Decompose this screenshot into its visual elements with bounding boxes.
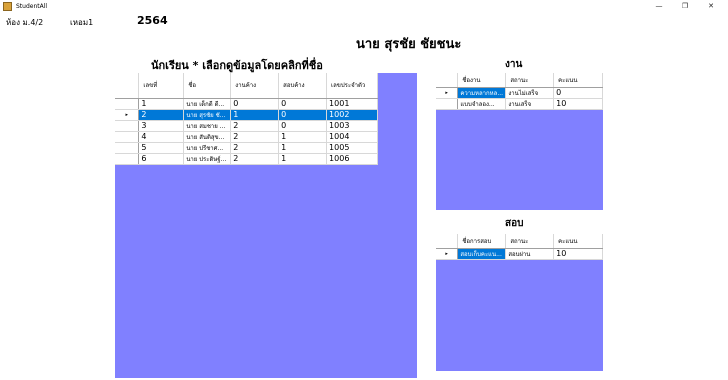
work-status-cell[interactable]: งานไม่เสร็จ xyxy=(505,87,555,99)
work-row[interactable]: แบบจำลอง... งานเสร็จ 10 xyxy=(436,98,603,110)
work-name-cell[interactable]: แบบจำลอง... xyxy=(457,98,507,110)
exam-status-cell[interactable]: สอบผ่าน xyxy=(505,248,555,260)
pending-work-cell[interactable]: 2 xyxy=(230,142,280,154)
student-number-cell[interactable]: 2 xyxy=(138,109,185,121)
row-header[interactable] xyxy=(436,98,459,110)
room-label: ห้อง ม.4/2 xyxy=(6,18,44,27)
exam-score-cell[interactable]: 10 xyxy=(553,248,603,260)
group-label: เหอม1 xyxy=(70,18,94,27)
column-header-pending-work[interactable]: งานค้าง xyxy=(230,73,280,99)
work-status-cell[interactable]: งานเสร็จ xyxy=(505,98,555,110)
student-all-window: StudentAll — ❐ ✕ ห้อง ม.4/2 เหอม1 2564 น… xyxy=(0,0,728,380)
column-header-score[interactable]: คะแนน xyxy=(553,234,603,249)
student-number-cell[interactable]: 6 xyxy=(138,153,185,165)
student-row-selected[interactable]: ▸ 2 นาย สุรชัย ชั... 1 0 1002 xyxy=(115,109,378,121)
student-number-cell[interactable]: 1 xyxy=(138,98,185,110)
row-header[interactable] xyxy=(115,131,140,143)
pending-exam-cell[interactable]: 1 xyxy=(278,153,328,165)
maximize-button[interactable]: ❐ xyxy=(672,0,698,13)
exam-grid[interactable]: ชื่อการสอบ สถานะ คะแนน ▸ สอบเก็บคะแน... … xyxy=(436,234,603,371)
pending-work-cell[interactable]: 2 xyxy=(230,120,280,132)
student-id-cell[interactable]: 1003 xyxy=(326,120,378,132)
student-row[interactable]: 4 นาย สันติสุข... 2 1 1004 xyxy=(115,131,378,143)
student-name-cell[interactable]: นาย สุรชัย ชั... xyxy=(183,109,232,121)
row-header-corner xyxy=(115,73,140,99)
student-name-cell[interactable]: นาย เด็กดี ดี... xyxy=(183,98,232,110)
title-bar: StudentAll — ❐ ✕ xyxy=(0,0,728,13)
student-id-cell[interactable]: 1004 xyxy=(326,131,378,143)
student-row[interactable]: 6 นาย ประดิษฐ์... 2 1 1006 xyxy=(115,153,378,165)
student-number-cell[interactable]: 3 xyxy=(138,120,185,132)
row-header-corner xyxy=(436,234,459,249)
row-pointer-icon: ▸ xyxy=(445,89,448,96)
pending-work-cell[interactable]: 2 xyxy=(230,153,280,165)
column-header-status[interactable]: สถานะ xyxy=(505,234,555,249)
row-header[interactable] xyxy=(115,98,140,110)
row-header-corner xyxy=(436,73,459,88)
work-header-row: ชื่องาน สถานะ คะแนน xyxy=(436,73,603,88)
exam-name-cell[interactable]: สอบเก็บคะแน... xyxy=(457,248,507,260)
exam-row[interactable]: ▸ สอบเก็บคะแน... สอบผ่าน 10 xyxy=(436,248,603,260)
column-header-work-name[interactable]: ชื่องาน xyxy=(457,73,507,88)
student-id-cell[interactable]: 1006 xyxy=(326,153,378,165)
student-id-cell[interactable]: 1005 xyxy=(326,142,378,154)
pending-exam-cell[interactable]: 0 xyxy=(278,98,328,110)
row-header[interactable] xyxy=(115,142,140,154)
pending-exam-cell[interactable]: 0 xyxy=(278,120,328,132)
pending-exam-cell[interactable]: 0 xyxy=(278,109,328,121)
student-row[interactable]: 5 นาย ปรีชาศ... 2 1 1005 xyxy=(115,142,378,154)
students-heading: นักเรียน * เลือกดูข้อมูลโดยคลิกที่ชื่อ xyxy=(151,59,323,72)
app-icon xyxy=(3,2,12,11)
student-row[interactable]: 1 นาย เด็กดี ดี... 0 0 1001 xyxy=(115,98,378,110)
exam-heading: สอบ xyxy=(505,218,524,229)
work-name-cell[interactable]: ความหลากหล... xyxy=(457,87,507,99)
column-header-number[interactable]: เลขที่ xyxy=(138,73,185,99)
students-grid[interactable]: เลขที่ ชื่อ งานค้าง สอบค้าง เลขประจำตัว … xyxy=(115,73,417,378)
minimize-button[interactable]: — xyxy=(646,0,672,13)
student-id-cell[interactable]: 1001 xyxy=(326,98,378,110)
student-number-cell[interactable]: 5 xyxy=(138,142,185,154)
student-name-cell[interactable]: นาย สมชาย ... xyxy=(183,120,232,132)
row-header-current[interactable]: ▸ xyxy=(115,109,140,121)
student-row[interactable]: 3 นาย สมชาย ... 2 0 1003 xyxy=(115,120,378,132)
row-pointer-icon: ▸ xyxy=(445,250,448,257)
pending-exam-cell[interactable]: 1 xyxy=(278,142,328,154)
work-score-cell[interactable]: 10 xyxy=(553,98,603,110)
column-header-student-id[interactable]: เลขประจำตัว xyxy=(326,73,378,99)
work-score-cell[interactable]: 0 xyxy=(553,87,603,99)
student-number-cell[interactable]: 4 xyxy=(138,131,185,143)
student-name-cell[interactable]: นาย สันติสุข... xyxy=(183,131,232,143)
pending-work-cell[interactable]: 1 xyxy=(230,109,280,121)
row-header[interactable] xyxy=(115,120,140,132)
year-label: 2564 xyxy=(137,14,168,27)
students-header-row: เลขที่ ชื่อ งานค้าง สอบค้าง เลขประจำตัว xyxy=(115,73,378,99)
close-button[interactable]: ✕ xyxy=(698,0,724,13)
student-name-cell[interactable]: นาย ปรีชาศ... xyxy=(183,142,232,154)
selected-student-name: นาย สุรชัย ชัยชนะ xyxy=(356,37,462,52)
window-controls: — ❐ ✕ xyxy=(646,0,724,13)
row-header-current[interactable]: ▸ xyxy=(436,87,459,99)
pending-work-cell[interactable]: 0 xyxy=(230,98,280,110)
pending-work-cell[interactable]: 2 xyxy=(230,131,280,143)
row-header[interactable] xyxy=(115,153,140,165)
student-id-cell[interactable]: 1002 xyxy=(326,109,378,121)
column-header-exam-name[interactable]: ชื่อการสอบ xyxy=(457,234,507,249)
exam-header-row: ชื่อการสอบ สถานะ คะแนน xyxy=(436,234,603,249)
column-header-pending-exam[interactable]: สอบค้าง xyxy=(278,73,328,99)
row-header-current[interactable]: ▸ xyxy=(436,248,459,260)
work-grid[interactable]: ชื่องาน สถานะ คะแนน ▸ ความหลากหล... งานไ… xyxy=(436,73,603,210)
column-header-status[interactable]: สถานะ xyxy=(505,73,555,88)
column-header-name[interactable]: ชื่อ xyxy=(183,73,232,99)
column-header-score[interactable]: คะแนน xyxy=(553,73,603,88)
student-name-cell[interactable]: นาย ประดิษฐ์... xyxy=(183,153,232,165)
row-pointer-icon: ▸ xyxy=(125,111,128,118)
work-row[interactable]: ▸ ความหลากหล... งานไม่เสร็จ 0 xyxy=(436,87,603,99)
window-title: StudentAll xyxy=(16,3,48,10)
work-heading: งาน xyxy=(505,59,523,70)
pending-exam-cell[interactable]: 1 xyxy=(278,131,328,143)
